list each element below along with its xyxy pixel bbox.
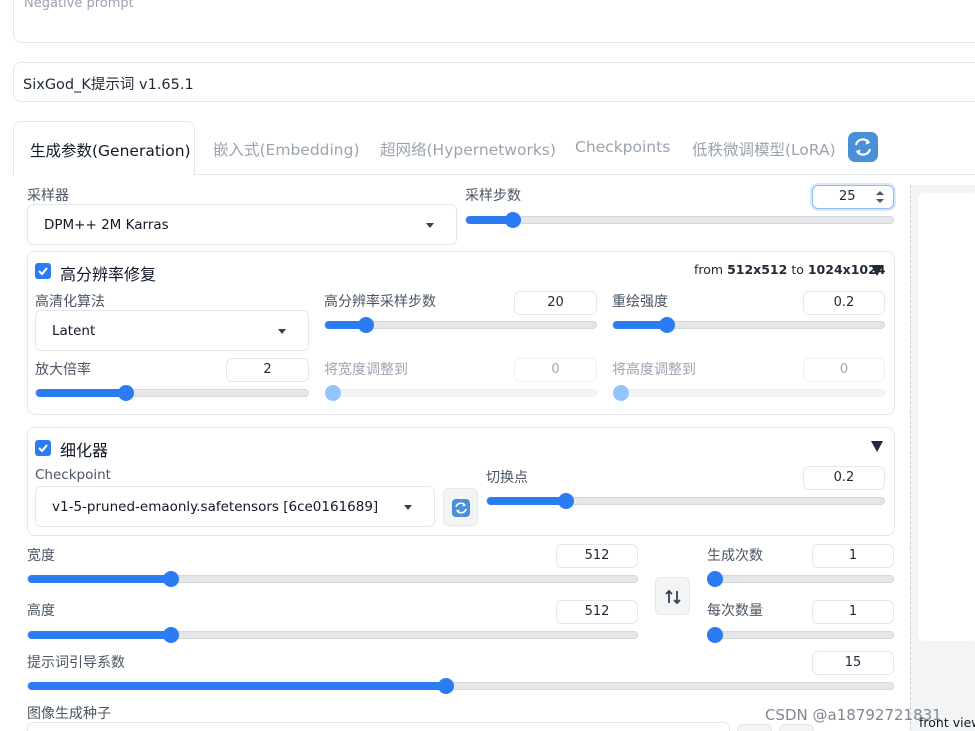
steps-slider[interactable]	[465, 212, 894, 228]
upscale-by-slider[interactable]	[35, 385, 309, 401]
swap-icon	[665, 589, 681, 605]
tab-hypernetworks[interactable]: 超网络(Hypernetworks)	[380, 138, 556, 160]
collapse-triangle-icon[interactable]	[871, 265, 883, 276]
caret-down-icon	[426, 222, 434, 228]
hires-steps-input[interactable]: 20	[514, 291, 597, 315]
width-input[interactable]: 512	[556, 544, 638, 568]
reuse-seed-button[interactable]	[779, 724, 814, 731]
refiner-checkbox[interactable]	[35, 440, 51, 456]
switch-at-label: 切换点	[486, 470, 528, 486]
hires-fix-title: 高分辨率修复	[60, 265, 157, 284]
switch-at-input[interactable]: 0.2	[803, 466, 885, 490]
steps-label: 采样步数	[465, 188, 521, 204]
refresh-networks-button[interactable]	[848, 132, 878, 162]
check-icon	[38, 444, 48, 453]
seed-label: 图像生成种子	[27, 706, 111, 722]
refiner-refresh-button[interactable]	[443, 488, 478, 526]
steps-value: 25	[839, 189, 856, 204]
upscaler-value: Latent	[52, 322, 96, 339]
hires-fix-checkbox[interactable]	[35, 263, 51, 279]
tab-embedding[interactable]: 嵌入式(Embedding)	[213, 138, 360, 160]
sampler-value: DPM++ 2M Karras	[44, 216, 169, 233]
refiner-checkpoint-select[interactable]: v1-5-pruned-emaonly.safetensors [6ce0161…	[35, 486, 435, 527]
cfg-scale-slider[interactable]	[27, 678, 894, 694]
height-input[interactable]: 512	[556, 600, 638, 624]
to-label: to	[791, 262, 804, 277]
denoise-label: 重绘强度	[612, 294, 668, 310]
sampler-label: 采样器	[27, 188, 69, 204]
batch-count-input[interactable]: 1	[812, 544, 894, 568]
batch-size-input[interactable]: 1	[812, 600, 894, 624]
height-slider[interactable]	[27, 627, 638, 643]
random-seed-button[interactable]	[737, 724, 772, 731]
hires-steps-label: 高分辨率采样步数	[324, 294, 436, 310]
resize-width-slider[interactable]	[325, 385, 597, 401]
hires-steps-slider[interactable]	[324, 317, 597, 333]
csdn-watermark: CSDN @a18792721831	[765, 706, 942, 724]
from-size: 512x512	[727, 262, 788, 277]
upscale-by-input[interactable]: 2	[226, 358, 309, 382]
extension-accordion[interactable]: SixGod_K提示词 v1.65.1	[13, 62, 975, 102]
resize-width-input[interactable]: 0	[514, 358, 597, 382]
batch-size-slider[interactable]	[707, 627, 894, 643]
hires-size-info: from 512x512 to 1024x1024	[694, 262, 886, 277]
switch-at-slider[interactable]	[486, 493, 885, 509]
caret-down-icon	[404, 504, 412, 510]
denoise-slider[interactable]	[612, 317, 885, 333]
negative-prompt-textarea[interactable]: Negative prompt	[13, 0, 975, 43]
caret-down-icon	[278, 328, 286, 334]
collapse-triangle-icon[interactable]	[871, 441, 883, 452]
batch-count-label: 生成次数	[707, 548, 763, 564]
refiner-checkpoint-value: v1-5-pruned-emaonly.safetensors [6ce0161…	[52, 498, 379, 515]
resize-width-label: 将宽度调整到	[324, 362, 408, 378]
check-icon	[38, 267, 48, 276]
tab-lora[interactable]: 低秩微调模型(LoRA)	[692, 138, 836, 160]
resize-height-input[interactable]: 0	[803, 358, 885, 382]
refresh-icon	[854, 138, 872, 156]
refiner-checkpoint-label: Checkpoint	[35, 467, 111, 483]
upscale-by-label: 放大倍率	[35, 362, 91, 378]
resize-height-label: 将高度调整到	[612, 362, 696, 378]
spinner-icon[interactable]	[875, 189, 885, 205]
width-label: 宽度	[27, 548, 55, 564]
sampler-select[interactable]: DPM++ 2M Karras	[27, 204, 457, 245]
upscaler-select[interactable]: Latent	[35, 310, 309, 351]
extension-label: SixGod_K提示词 v1.65.1	[23, 77, 194, 93]
batch-count-slider[interactable]	[707, 571, 894, 587]
negative-prompt-placeholder: Negative prompt	[24, 0, 134, 11]
batch-size-label: 每次数量	[707, 603, 763, 619]
denoise-input[interactable]: 0.2	[803, 291, 885, 315]
upscaler-label: 高清化算法	[35, 294, 105, 310]
swap-dimensions-button[interactable]	[655, 577, 690, 615]
cfg-scale-input[interactable]: 15	[812, 651, 894, 675]
refresh-icon	[452, 499, 470, 517]
height-label: 高度	[27, 603, 55, 619]
from-label: from	[694, 262, 724, 277]
tab-generation[interactable]: 生成参数(Generation)	[13, 121, 195, 176]
refiner-title: 细化器	[60, 441, 109, 460]
steps-number-input[interactable]: 25	[812, 185, 894, 209]
resize-height-slider[interactable]	[613, 385, 885, 401]
cfg-scale-label: 提示词引导系数	[27, 655, 125, 671]
tab-generation-label: 生成参数(Generation)	[30, 142, 191, 160]
seed-input[interactable]	[27, 722, 730, 731]
preview-image-area	[918, 193, 975, 641]
tab-checkpoints[interactable]: Checkpoints	[575, 138, 670, 156]
width-slider[interactable]	[27, 571, 638, 587]
